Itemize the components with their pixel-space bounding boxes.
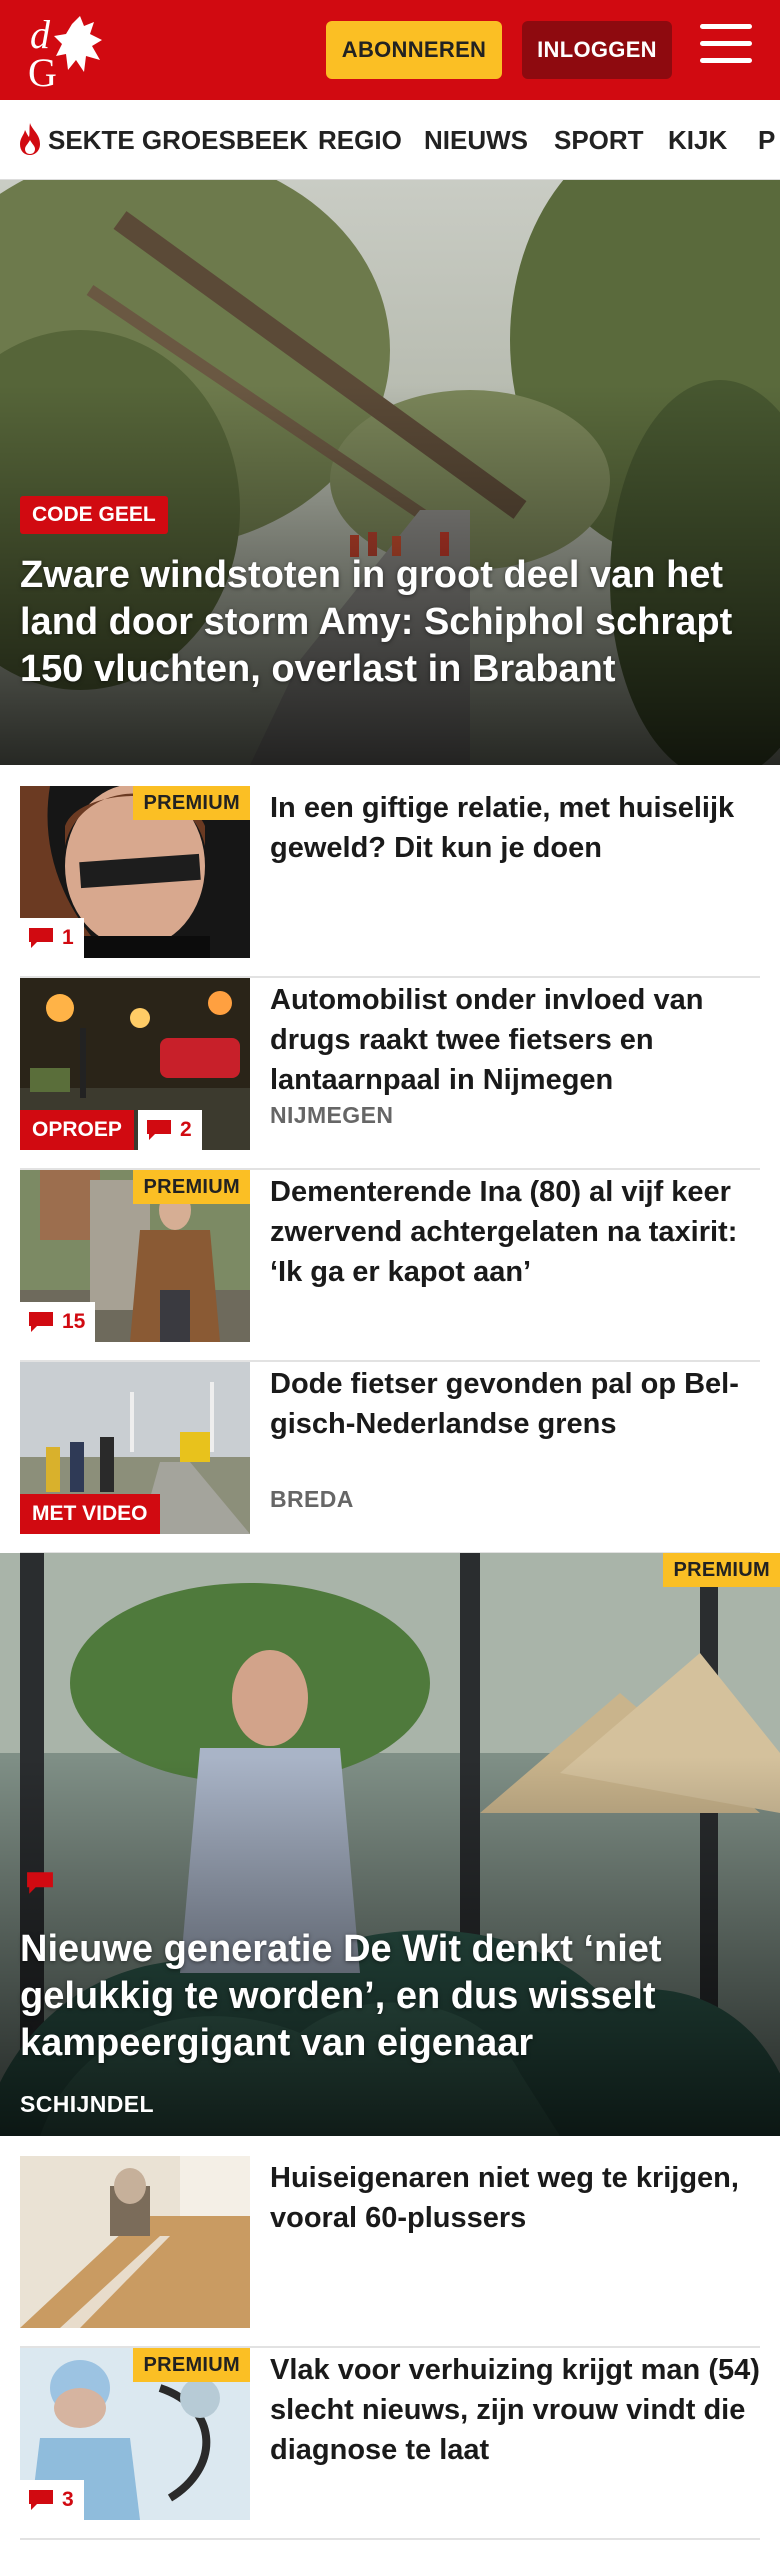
feature-article[interactable]: PREMIUM Nieuwe generatie De Wit denkt ‘n… — [0, 1553, 780, 2136]
article-title[interactable]: Vlak voor verhuizing krijgt man (54) sle… — [270, 2350, 760, 2470]
article-thumbnail: PREMIUM 1 — [20, 786, 250, 958]
brand-logo[interactable]: d G — [22, 12, 118, 95]
list-item[interactable]: PREMIUM 1 In een giftige relatie, met hu… — [20, 786, 760, 978]
login-button[interactable]: INLOGGEN — [522, 21, 672, 79]
article-thumbnail: OPROEP 2 — [20, 978, 250, 1150]
comment-icon — [29, 1312, 53, 1332]
comment-icon — [29, 928, 53, 948]
nav-item-nieuws[interactable]: NIEUWS — [424, 100, 528, 179]
comment-count-value: 2 — [180, 1118, 192, 1141]
comment-count[interactable]: 15 — [20, 1302, 96, 1342]
nav-item-sekte-groesbeek[interactable]: SEKTE GROESBEEK — [48, 100, 308, 179]
nav-item-sport[interactable]: SPORT — [554, 100, 644, 179]
comment-count-value: 1 — [62, 926, 74, 949]
feature-location: SCHIJNDEL — [20, 2091, 154, 2117]
comment-icon-button[interactable] — [18, 1863, 72, 1903]
subscribe-button[interactable]: ABONNEREN — [326, 21, 502, 79]
hero-title[interactable]: Zware windstoten in groot deel van het l… — [20, 552, 740, 693]
oproep-tag: OPROEP — [20, 1110, 134, 1150]
video-tag: MET VIDEO — [20, 1494, 160, 1534]
premium-badge: PREMIUM — [133, 1170, 250, 1204]
hero-article[interactable]: CODE GEEL Zware windstoten in groot deel… — [0, 180, 780, 765]
premium-badge: PREMIUM — [663, 1553, 780, 1587]
comment-count-value: 15 — [62, 1310, 86, 1333]
article-title[interactable]: Automobilist onder invloed van drugs raa… — [270, 980, 760, 1100]
feature-title[interactable]: Nieuwe generatie De Wit denkt ‘niet gelu… — [20, 1926, 760, 2067]
article-title[interactable]: Dode fietser gevonden pal op Bel-gisch-N… — [270, 1364, 760, 1444]
nav-item-kijk[interactable]: KIJK — [668, 100, 727, 179]
menu-icon[interactable] — [700, 24, 752, 70]
section-nav: SEKTE GROESBEEK REGIO NIEUWS SPORT KIJK … — [0, 100, 780, 180]
article-location: NIJMEGEN — [270, 1102, 394, 1128]
comment-count[interactable]: 2 — [138, 1110, 202, 1150]
article-title[interactable]: Huiseigenaren niet weg te krijgen, voora… — [270, 2158, 760, 2238]
comment-count[interactable]: 1 — [20, 918, 84, 958]
svg-text:G: G — [28, 50, 57, 90]
comment-icon — [147, 1120, 171, 1140]
article-title[interactable]: Dementerende Ina (80) al vijf keer zwerv… — [270, 1172, 760, 1292]
premium-badge: PREMIUM — [133, 2348, 250, 2382]
article-thumbnail: PREMIUM 3 — [20, 2348, 250, 2520]
list-item[interactable]: PREMIUM 3 Vlak voor verhuizing krijgt ma… — [20, 2348, 760, 2540]
comment-icon — [27, 1872, 53, 1894]
article-location: BREDA — [270, 1486, 354, 1512]
flame-icon — [20, 123, 40, 155]
list-item[interactable]: OPROEP 2 Automobilist onder invloed van … — [20, 978, 760, 1170]
comment-icon — [29, 2490, 53, 2510]
list-item[interactable]: Huiseigenaren niet weg te krijgen, voora… — [20, 2156, 760, 2348]
article-title[interactable]: In een giftige relatie, met huiselijk ge… — [270, 788, 760, 868]
code-geel-badge: CODE GEEL — [20, 496, 168, 534]
article-thumbnail — [20, 2156, 250, 2328]
list-item[interactable]: MET VIDEO Dode fietser gevonden pal op B… — [20, 1362, 760, 1554]
nav-item-partial[interactable]: P — [758, 100, 775, 179]
premium-badge: PREMIUM — [133, 786, 250, 820]
comment-count[interactable]: 3 — [20, 2480, 84, 2520]
comment-count-value: 3 — [62, 2488, 74, 2511]
nav-item-regio[interactable]: REGIO — [318, 100, 402, 179]
top-bar: d G ABONNEREN INLOGGEN — [0, 0, 780, 100]
article-thumbnail: PREMIUM 15 — [20, 1170, 250, 1342]
article-thumbnail: MET VIDEO — [20, 1362, 250, 1534]
list-item[interactable]: PREMIUM 15 Dementerende Ina (80) al vijf… — [20, 1170, 760, 1362]
